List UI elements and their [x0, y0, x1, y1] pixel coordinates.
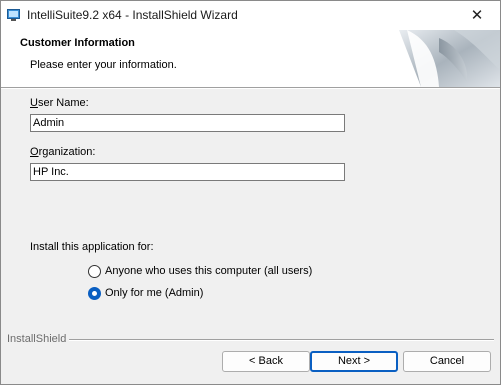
window-title: IntelliSuite9.2 x64 - InstallShield Wiza… — [27, 8, 238, 22]
user-name-input[interactable] — [31, 115, 344, 131]
wizard-header: Customer Information Please enter your i… — [1, 30, 500, 87]
page-title: Customer Information — [20, 37, 135, 49]
title-bar[interactable]: IntelliSuite9.2 x64 - InstallShield Wiza… — [1, 1, 500, 30]
radio-all-users-label: Anyone who uses this computer (all users… — [105, 265, 313, 277]
cancel-button[interactable]: Cancel — [403, 351, 491, 372]
radio-all-users[interactable]: Anyone who uses this computer (all users… — [88, 263, 312, 279]
installer-app-icon — [7, 9, 20, 21]
user-name-label: User Name: — [30, 97, 89, 109]
user-name-field[interactable] — [30, 114, 345, 132]
radio-selected-icon[interactable] — [88, 286, 101, 300]
radio-only-me-label: Only for me (Admin) — [105, 287, 204, 299]
organization-label: Organization: — [30, 146, 96, 158]
installshield-brand-label: InstallShield — [7, 333, 67, 345]
organization-field[interactable] — [30, 163, 345, 181]
radio-only-me[interactable]: Only for me (Admin) — [88, 285, 203, 301]
page-subtitle: Please enter your information. — [30, 59, 177, 71]
close-icon[interactable]: ✕ — [454, 1, 500, 30]
install-for-label: Install this application for: — [30, 241, 154, 253]
footer-divider — [69, 339, 494, 341]
radio-unselected-icon[interactable] — [88, 264, 101, 278]
organization-input[interactable] — [31, 164, 344, 180]
curled-page-banner-image — [399, 30, 500, 87]
installer-window: IntelliSuite9.2 x64 - InstallShield Wiza… — [0, 0, 501, 385]
header-divider — [1, 87, 500, 89]
next-button[interactable]: Next > — [310, 351, 398, 372]
back-button[interactable]: < Back — [222, 351, 310, 372]
